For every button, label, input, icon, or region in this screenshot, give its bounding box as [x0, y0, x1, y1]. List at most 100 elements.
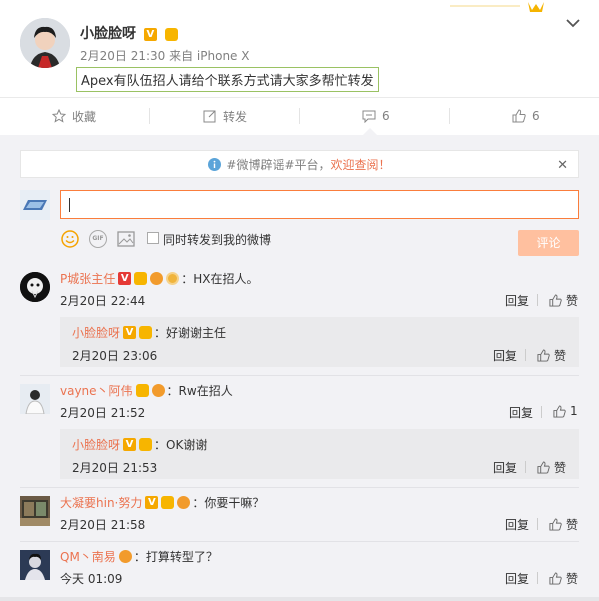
comment-line: P城张主任 V ：HX在招人。: [60, 270, 259, 287]
comment-divider: [20, 541, 579, 542]
vip-crown-icon: [164, 27, 178, 41]
reply-time: 2月20日 21:53: [72, 461, 158, 475]
thumbs-up-icon: [553, 404, 566, 418]
reply-like-button[interactable]: 赞: [537, 347, 566, 364]
member-icon: [151, 384, 165, 397]
member-icon: [118, 550, 132, 563]
member-icon: [150, 272, 164, 285]
commenter-avatar[interactable]: [20, 550, 50, 580]
submit-comment-button[interactable]: 评论: [518, 230, 579, 256]
verified-v-icon: V: [118, 272, 132, 285]
post-text: Apex有队伍招人请给个联系方式请大家多帮忙转发: [76, 67, 379, 92]
comment-divider: [20, 487, 579, 488]
like-count: 1: [570, 404, 578, 418]
reply-button[interactable]: 回复: [493, 347, 517, 364]
commenter-avatar[interactable]: [20, 384, 50, 414]
replier-name[interactable]: 小脸脸呀: [72, 324, 120, 341]
divider: [299, 108, 300, 124]
divider: [541, 406, 542, 418]
reply-button[interactable]: 回复: [493, 459, 517, 476]
like-label: 赞: [554, 461, 567, 475]
repost-button[interactable]: 转发: [203, 98, 247, 134]
favorite-button[interactable]: 收藏: [52, 98, 96, 134]
verified-v-icon: V: [123, 438, 137, 451]
reply-line: 小脸脸呀 V ：好谢谢主任: [72, 324, 226, 341]
vip-crown-icon: [139, 438, 153, 451]
like-label: 赞: [566, 572, 579, 586]
vip-crown-icon: [139, 326, 153, 339]
comment-like-button[interactable]: 1: [553, 404, 578, 418]
comment-line: QM丶南易 ：打算转型了？: [60, 548, 218, 565]
decoration-crown-icon: [450, 2, 544, 12]
commenter-name[interactable]: vayne丶阿伟: [60, 382, 133, 399]
rumor-notice: #微博辟谣#平台， 欢迎查阅！ ✕: [20, 150, 579, 178]
comment-text: ：HX在招人。: [181, 272, 259, 286]
like-label: 赞: [566, 294, 579, 308]
reply-button[interactable]: 回复: [509, 404, 533, 421]
commenter-avatar[interactable]: [20, 272, 50, 302]
text-caret: [69, 198, 70, 212]
comment-line: vayne丶阿伟 ：Rw在招人: [60, 382, 233, 399]
comment-input[interactable]: [60, 190, 579, 219]
reply-button[interactable]: 回复: [505, 516, 529, 533]
image-icon[interactable]: [117, 231, 135, 247]
like-label: 赞: [554, 349, 567, 363]
comment-time: 今天 01:09: [60, 572, 123, 586]
gif-label: GIF: [92, 235, 104, 242]
thumbs-up-icon: [549, 518, 562, 531]
vip-crown-icon: [134, 272, 148, 285]
repost-icon: [203, 110, 216, 123]
commenter-name[interactable]: P城张主任: [60, 270, 115, 287]
verified-v-icon: V: [123, 326, 137, 339]
emoji-icon[interactable]: [61, 230, 79, 248]
commenter-name[interactable]: 大凝要hin·努力: [60, 494, 142, 511]
chevron-down-icon[interactable]: [566, 18, 580, 28]
reply-text: ：OK谢谢: [154, 438, 208, 452]
thumbs-up-icon: [537, 349, 550, 362]
repost-checkbox[interactable]: [147, 232, 159, 244]
commenter-name[interactable]: QM丶南易: [60, 548, 116, 565]
comment-like-button[interactable]: 赞: [549, 516, 578, 533]
thumbs-up-icon: [549, 294, 562, 307]
author-name[interactable]: 小脸脸呀 V: [80, 23, 178, 43]
info-icon: [208, 157, 222, 171]
medal-icon: [166, 272, 180, 285]
author-name-text[interactable]: 小脸脸呀: [80, 26, 136, 42]
my-avatar: [20, 190, 50, 220]
member-icon: [177, 496, 191, 509]
divider: [537, 518, 538, 530]
reply-button[interactable]: 回复: [505, 570, 529, 587]
repost-checkbox-label: 同时转发到我的微博: [163, 233, 272, 247]
weibo-post: 小脸脸呀 V 2月20日 21:30 来自 iPhone X Apex有队伍招人…: [0, 0, 599, 97]
reply-button[interactable]: 回复: [505, 292, 529, 309]
comment-icon: [362, 110, 376, 123]
notice-link[interactable]: 欢迎查阅！: [331, 156, 391, 173]
favorite-label: 收藏: [72, 109, 97, 124]
author-avatar[interactable]: [20, 18, 70, 68]
bottom-border: [0, 597, 599, 601]
comment-like-button[interactable]: 赞: [549, 292, 578, 309]
divider: [537, 294, 538, 306]
close-icon[interactable]: ✕: [557, 158, 568, 173]
vip-crown-icon: [161, 496, 175, 509]
comment-line: 大凝要hin·努力 V ：你要干嘛？: [60, 494, 264, 511]
comment-divider: [20, 375, 579, 376]
commenter-avatar[interactable]: [20, 496, 50, 526]
comment-time: 2月20日 21:58: [60, 518, 146, 532]
replier-name[interactable]: 小脸脸呀: [72, 436, 120, 453]
comment-count: 6: [382, 109, 390, 123]
vip-crown-icon: [135, 384, 149, 397]
active-tab-indicator: [363, 128, 377, 135]
divider: [449, 108, 450, 124]
divider: [525, 349, 526, 361]
like-button[interactable]: 6: [512, 98, 540, 134]
thumbs-up-icon: [537, 461, 550, 474]
reply-like-button[interactable]: 赞: [537, 459, 566, 476]
comment-like-button[interactable]: 赞: [549, 570, 578, 587]
thumbs-up-icon: [549, 572, 562, 585]
post-meta: 2月20日 21:30 来自 iPhone X: [80, 49, 250, 63]
verified-v-icon: V: [145, 496, 159, 509]
gif-icon[interactable]: GIF: [89, 230, 107, 248]
repost-label: 转发: [223, 109, 248, 124]
thumbs-up-icon: [512, 109, 526, 123]
